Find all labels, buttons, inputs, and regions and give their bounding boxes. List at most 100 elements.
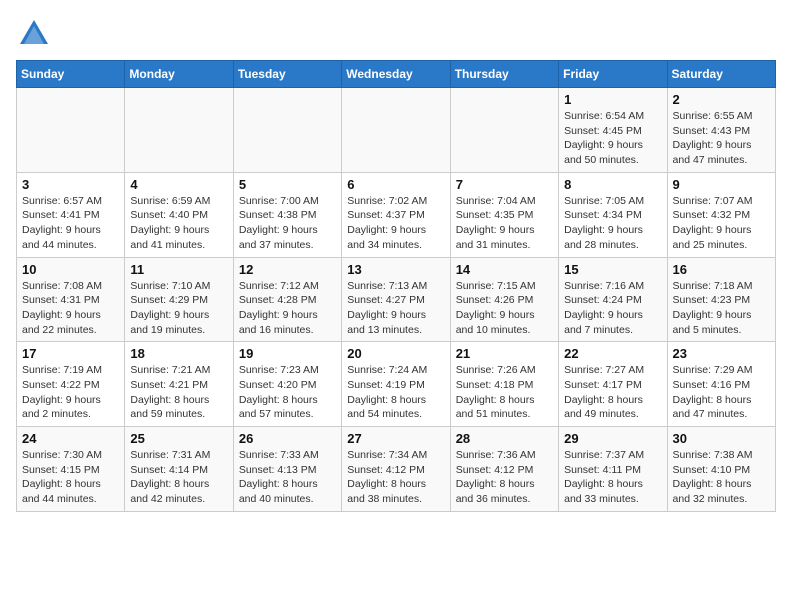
day-number: 19	[239, 346, 336, 361]
day-info: Sunrise: 7:29 AM Sunset: 4:16 PM Dayligh…	[673, 363, 770, 422]
day-info: Sunrise: 7:37 AM Sunset: 4:11 PM Dayligh…	[564, 448, 661, 507]
day-info: Sunrise: 7:30 AM Sunset: 4:15 PM Dayligh…	[22, 448, 119, 507]
calendar-week-row: 1Sunrise: 6:54 AM Sunset: 4:45 PM Daylig…	[17, 88, 776, 173]
weekday-header: Sunday	[17, 61, 125, 88]
day-number: 27	[347, 431, 444, 446]
calendar-cell: 12Sunrise: 7:12 AM Sunset: 4:28 PM Dayli…	[233, 257, 341, 342]
day-number: 18	[130, 346, 227, 361]
day-number: 28	[456, 431, 553, 446]
day-info: Sunrise: 7:24 AM Sunset: 4:19 PM Dayligh…	[347, 363, 444, 422]
day-number: 23	[673, 346, 770, 361]
day-info: Sunrise: 7:07 AM Sunset: 4:32 PM Dayligh…	[673, 194, 770, 253]
day-number: 24	[22, 431, 119, 446]
day-number: 3	[22, 177, 119, 192]
day-number: 6	[347, 177, 444, 192]
day-info: Sunrise: 7:04 AM Sunset: 4:35 PM Dayligh…	[456, 194, 553, 253]
day-number: 11	[130, 262, 227, 277]
weekday-header: Wednesday	[342, 61, 450, 88]
calendar-cell: 19 Sunrise: 7:23 AM Sunset: 4:20 PM Dayli…	[233, 342, 341, 427]
calendar-cell: 22Sunrise: 7:27 AM Sunset: 4:17 PM Dayli…	[559, 342, 667, 427]
day-number: 25	[130, 431, 227, 446]
calendar-cell: 3 Sunrise: 6:57 AM Sunset: 4:41 PM Daylig…	[17, 172, 125, 257]
calendar-cell: 11 Sunrise: 7:10 AM Sunset: 4:29 PM Dayli…	[125, 257, 233, 342]
day-number: 8	[564, 177, 661, 192]
calendar-cell: 10 Sunrise: 7:08 AM Sunset: 4:31 PM Dayli…	[17, 257, 125, 342]
calendar-cell	[342, 88, 450, 173]
day-number: 21	[456, 346, 553, 361]
day-info: Sunrise: 6:54 AM Sunset: 4:45 PM Dayligh…	[564, 109, 661, 168]
calendar-cell: 7 Sunrise: 7:04 AM Sunset: 4:35 PM Daylig…	[450, 172, 558, 257]
day-info: Sunrise: 7:16 AM Sunset: 4:24 PM Dayligh…	[564, 279, 661, 338]
day-number: 26	[239, 431, 336, 446]
day-info: Sunrise: 7:34 AM Sunset: 4:12 PM Dayligh…	[347, 448, 444, 507]
day-number: 30	[673, 431, 770, 446]
day-number: 29	[564, 431, 661, 446]
day-number: 16	[673, 262, 770, 277]
day-number: 20	[347, 346, 444, 361]
calendar-cell: 18 Sunrise: 7:21 AM Sunset: 4:21 PM Dayli…	[125, 342, 233, 427]
weekday-header: Tuesday	[233, 61, 341, 88]
day-number: 22	[564, 346, 661, 361]
day-info: Sunrise: 7:00 AM Sunset: 4:38 PM Dayligh…	[239, 194, 336, 253]
calendar-week-row: 24 Sunrise: 7:30 AM Sunset: 4:15 PM Dayli…	[17, 427, 776, 512]
day-info: Sunrise: 7:05 AM Sunset: 4:34 PM Dayligh…	[564, 194, 661, 253]
logo-icon	[16, 16, 52, 52]
day-info: Sunrise: 7:38 AM Sunset: 4:10 PM Dayligh…	[673, 448, 770, 507]
calendar-cell: 16 Sunrise: 7:18 AM Sunset: 4:23 PM Dayli…	[667, 257, 775, 342]
calendar-cell: 26Sunrise: 7:33 AM Sunset: 4:13 PM Dayli…	[233, 427, 341, 512]
day-info: Sunrise: 7:26 AM Sunset: 4:18 PM Dayligh…	[456, 363, 553, 422]
calendar-table: SundayMondayTuesdayWednesdayThursdayFrid…	[16, 60, 776, 512]
calendar-header-row: SundayMondayTuesdayWednesdayThursdayFrid…	[17, 61, 776, 88]
calendar-cell: 1Sunrise: 6:54 AM Sunset: 4:45 PM Daylig…	[559, 88, 667, 173]
calendar-cell: 25 Sunrise: 7:31 AM Sunset: 4:14 PM Dayli…	[125, 427, 233, 512]
calendar-cell: 6 Sunrise: 7:02 AM Sunset: 4:37 PM Daylig…	[342, 172, 450, 257]
weekday-header: Monday	[125, 61, 233, 88]
calendar-week-row: 17 Sunrise: 7:19 AM Sunset: 4:22 PM Dayli…	[17, 342, 776, 427]
calendar-cell: 9 Sunrise: 7:07 AM Sunset: 4:32 PM Daylig…	[667, 172, 775, 257]
weekday-header: Saturday	[667, 61, 775, 88]
day-info: Sunrise: 7:10 AM Sunset: 4:29 PM Dayligh…	[130, 279, 227, 338]
calendar-week-row: 3 Sunrise: 6:57 AM Sunset: 4:41 PM Daylig…	[17, 172, 776, 257]
day-info: Sunrise: 7:08 AM Sunset: 4:31 PM Dayligh…	[22, 279, 119, 338]
day-info: Sunrise: 7:19 AM Sunset: 4:22 PM Dayligh…	[22, 363, 119, 422]
calendar-cell: 5Sunrise: 7:00 AM Sunset: 4:38 PM Daylig…	[233, 172, 341, 257]
day-number: 14	[456, 262, 553, 277]
day-number: 7	[456, 177, 553, 192]
day-number: 10	[22, 262, 119, 277]
day-info: Sunrise: 7:23 AM Sunset: 4:20 PM Dayligh…	[239, 363, 336, 422]
calendar-cell: 4 Sunrise: 6:59 AM Sunset: 4:40 PM Daylig…	[125, 172, 233, 257]
calendar-week-row: 10 Sunrise: 7:08 AM Sunset: 4:31 PM Dayli…	[17, 257, 776, 342]
day-info: Sunrise: 7:02 AM Sunset: 4:37 PM Dayligh…	[347, 194, 444, 253]
day-number: 15	[564, 262, 661, 277]
day-info: Sunrise: 7:31 AM Sunset: 4:14 PM Dayligh…	[130, 448, 227, 507]
calendar-cell	[450, 88, 558, 173]
calendar-cell	[17, 88, 125, 173]
day-info: Sunrise: 7:21 AM Sunset: 4:21 PM Dayligh…	[130, 363, 227, 422]
weekday-header: Thursday	[450, 61, 558, 88]
calendar-cell: 29 Sunrise: 7:37 AM Sunset: 4:11 PM Dayli…	[559, 427, 667, 512]
calendar-cell: 28Sunrise: 7:36 AM Sunset: 4:12 PM Dayli…	[450, 427, 558, 512]
day-info: Sunrise: 6:59 AM Sunset: 4:40 PM Dayligh…	[130, 194, 227, 253]
calendar-cell: 21 Sunrise: 7:26 AM Sunset: 4:18 PM Dayli…	[450, 342, 558, 427]
calendar-cell: 15 Sunrise: 7:16 AM Sunset: 4:24 PM Dayli…	[559, 257, 667, 342]
logo	[16, 16, 56, 52]
calendar-cell: 23 Sunrise: 7:29 AM Sunset: 4:16 PM Dayli…	[667, 342, 775, 427]
calendar-cell: 30 Sunrise: 7:38 AM Sunset: 4:10 PM Dayli…	[667, 427, 775, 512]
calendar-cell: 2Sunrise: 6:55 AM Sunset: 4:43 PM Daylig…	[667, 88, 775, 173]
calendar-cell: 13Sunrise: 7:13 AM Sunset: 4:27 PM Dayli…	[342, 257, 450, 342]
calendar-cell	[233, 88, 341, 173]
calendar-cell: 20 Sunrise: 7:24 AM Sunset: 4:19 PM Dayli…	[342, 342, 450, 427]
day-info: Sunrise: 7:15 AM Sunset: 4:26 PM Dayligh…	[456, 279, 553, 338]
calendar-cell: 27 Sunrise: 7:34 AM Sunset: 4:12 PM Dayli…	[342, 427, 450, 512]
day-info: Sunrise: 6:57 AM Sunset: 4:41 PM Dayligh…	[22, 194, 119, 253]
day-number: 4	[130, 177, 227, 192]
day-info: Sunrise: 7:18 AM Sunset: 4:23 PM Dayligh…	[673, 279, 770, 338]
weekday-header: Friday	[559, 61, 667, 88]
calendar-cell: 24 Sunrise: 7:30 AM Sunset: 4:15 PM Dayli…	[17, 427, 125, 512]
day-number: 17	[22, 346, 119, 361]
day-number: 12	[239, 262, 336, 277]
day-info: Sunrise: 7:13 AM Sunset: 4:27 PM Dayligh…	[347, 279, 444, 338]
day-number: 9	[673, 177, 770, 192]
calendar-cell: 14 Sunrise: 7:15 AM Sunset: 4:26 PM Dayli…	[450, 257, 558, 342]
page-header	[16, 16, 776, 52]
